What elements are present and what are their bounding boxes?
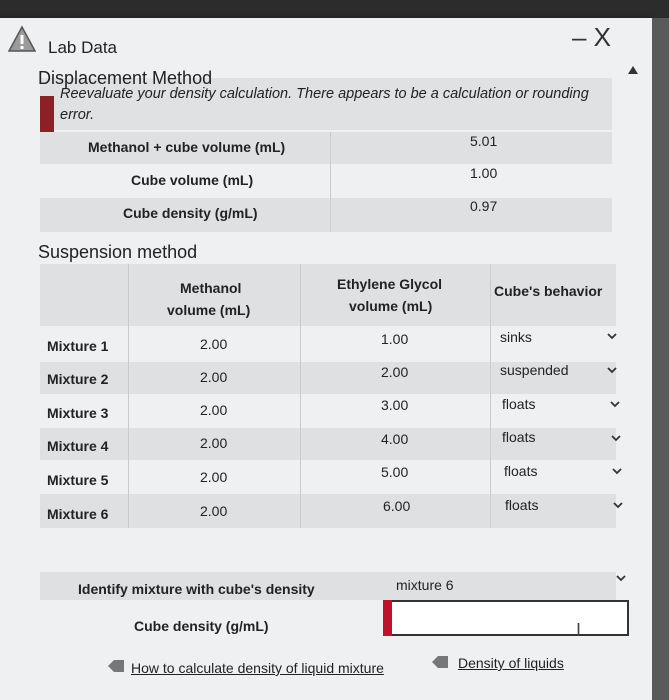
displacement-divider [330, 132, 331, 232]
displacement-value: 0.97 [470, 198, 498, 214]
methanol-volume: 2.00 [200, 503, 228, 519]
behavior-select[interactable]: floats [505, 497, 538, 513]
cube-density-label: Cube density (g/mL) [134, 618, 269, 634]
behavior-select[interactable]: floats [504, 463, 537, 479]
glycol-volume: 1.00 [381, 331, 409, 347]
chevron-down-icon[interactable] [615, 572, 627, 584]
header-methanol: Methanol [180, 280, 242, 296]
mixture-name: Mixture 3 [47, 405, 109, 421]
mixture-name: Mixture 2 [47, 371, 109, 387]
methanol-volume: 2.00 [200, 369, 228, 385]
displacement-label: Cube density (g/mL) [123, 205, 258, 221]
glycol-volume: 3.00 [381, 397, 409, 413]
header-glycol: Ethylene Glycol [337, 276, 443, 292]
methanol-volume: 2.00 [200, 435, 228, 451]
methanol-volume: 2.00 [200, 469, 228, 485]
behavior-select[interactable]: floats [502, 429, 535, 445]
glycol-volume: 5.00 [381, 464, 409, 480]
window-edge [652, 18, 669, 700]
chevron-down-icon[interactable] [606, 330, 618, 342]
chevron-down-icon[interactable] [611, 465, 623, 477]
suspension-heading: Suspension method [38, 242, 198, 262]
behavior-select[interactable]: floats [502, 396, 535, 412]
chevron-down-icon[interactable] [606, 364, 618, 376]
window-title: Lab Data [48, 38, 117, 57]
density-mixture-link[interactable]: How to calculate density of liquid mixtu… [131, 660, 384, 676]
density-liquids-link[interactable]: Density of liquids [458, 655, 564, 671]
suspension-divider [128, 264, 129, 528]
displacement-value: 1.00 [470, 165, 498, 181]
behavior-select[interactable]: sinks [500, 329, 532, 345]
behavior-select[interactable]: suspended [500, 362, 569, 378]
header-methanol-unit: volume (mL) [167, 302, 251, 318]
text-cursor-icon: I [576, 620, 582, 640]
mixture-name: Mixture 4 [47, 438, 109, 454]
suspension-divider [490, 264, 491, 528]
identify-label: Identify mixture with cube's density [78, 581, 315, 597]
tag-icon [432, 656, 448, 668]
glycol-volume: 2.00 [381, 364, 409, 380]
displacement-value: 5.01 [470, 133, 498, 149]
cube-density-input[interactable] [383, 600, 629, 636]
header-glycol-unit: volume (mL) [349, 298, 433, 314]
scroll-up-arrow-icon[interactable] [628, 66, 638, 74]
methanol-volume: 2.00 [200, 336, 228, 352]
input-error-indicator [383, 600, 392, 636]
warning-message: Reevaluate your density calculation. The… [60, 86, 589, 123]
chevron-down-icon[interactable] [610, 432, 622, 444]
header-behavior: Cube's behavior [494, 283, 603, 299]
mixture-select[interactable]: mixture 6 [396, 577, 454, 593]
mixture-name: Mixture 5 [47, 472, 109, 488]
suspension-divider [300, 264, 301, 528]
chevron-down-icon[interactable] [612, 499, 624, 511]
displacement-label: Methanol + cube volume (mL) [88, 139, 286, 155]
mixture-name: Mixture 1 [47, 338, 109, 354]
chevron-down-icon[interactable] [609, 398, 621, 410]
mixture-name: Mixture 6 [47, 506, 109, 522]
warning-icon [8, 25, 36, 52]
tag-icon [108, 660, 124, 672]
window-controls[interactable]: – X [572, 22, 611, 53]
glycol-volume: 4.00 [381, 431, 409, 447]
glycol-volume: 6.00 [383, 498, 411, 514]
displacement-label: Cube volume (mL) [131, 172, 254, 188]
methanol-volume: 2.00 [200, 402, 228, 418]
